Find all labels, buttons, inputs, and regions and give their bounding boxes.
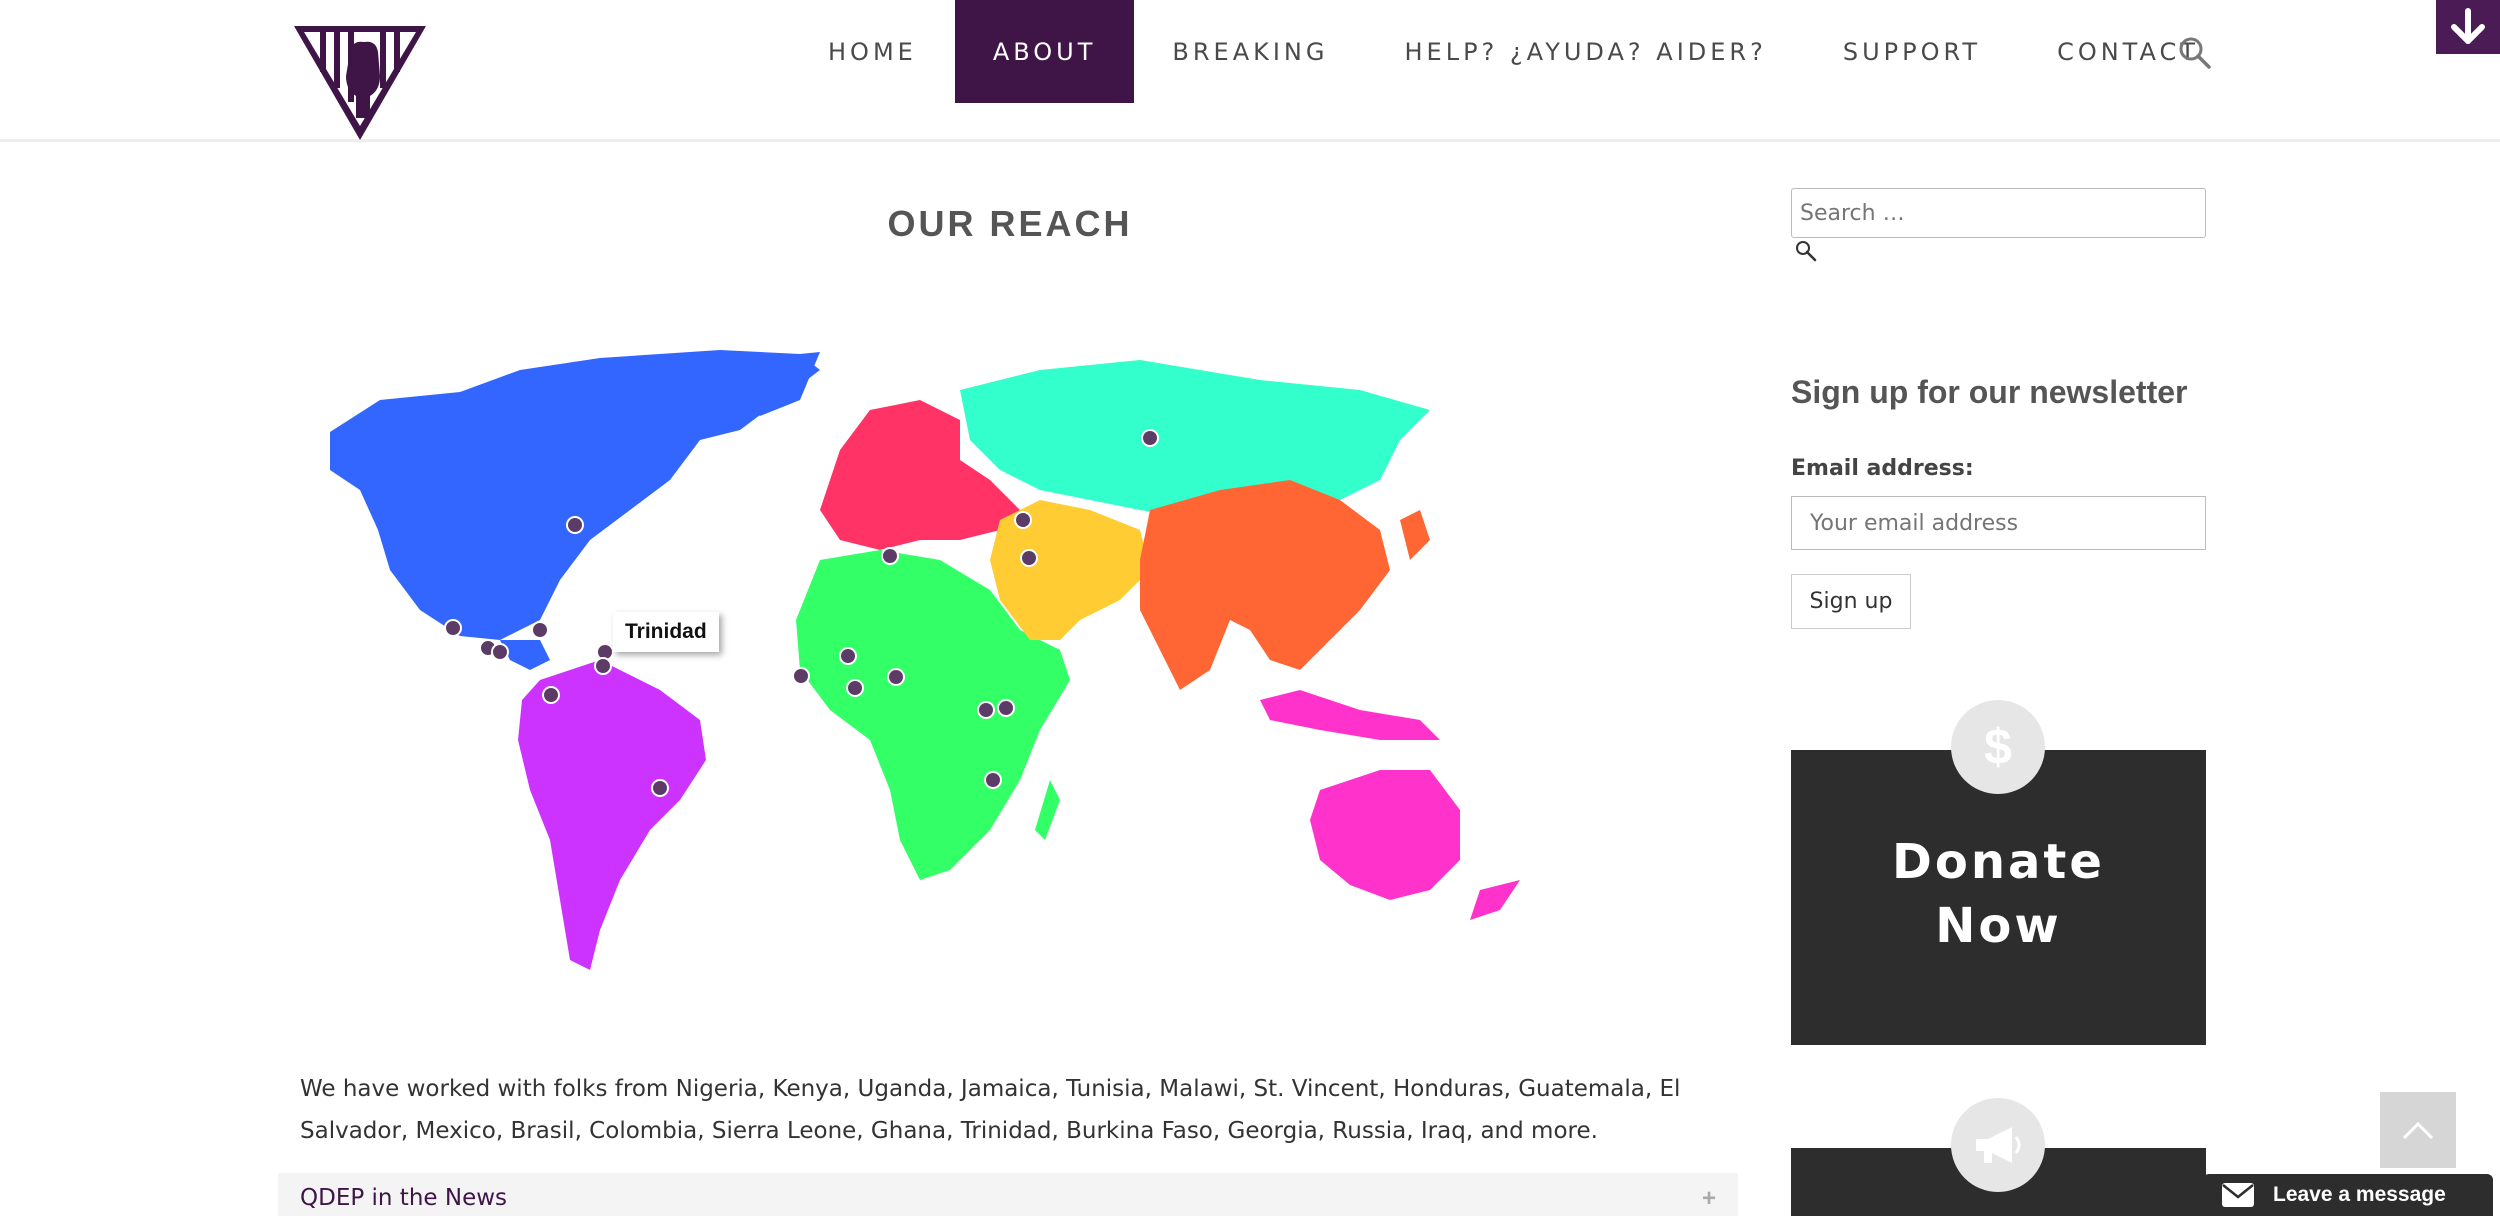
chevron-up-icon [2402, 1121, 2434, 1140]
envelope-icon [2222, 1183, 2254, 1207]
map-marker[interactable] [846, 679, 864, 697]
map-marker[interactable] [491, 643, 509, 661]
plus-icon[interactable]: + [1702, 1185, 1716, 1213]
search-icon[interactable] [2178, 36, 2212, 70]
arrow-down-icon [2451, 8, 2485, 44]
donate-label[interactable]: Donate Now [1791, 830, 2206, 958]
nav-help[interactable]: HELP? ¿AYUDA? AIDER? [1366, 0, 1804, 103]
newsletter-title: Sign up for our newsletter [1791, 374, 2188, 410]
map-tooltip: Trinidad [613, 612, 719, 652]
map-marker[interactable] [839, 647, 857, 665]
nav-about[interactable]: ABOUT [954, 0, 1135, 103]
map-marker[interactable] [651, 779, 669, 797]
map-marker[interactable] [984, 771, 1002, 789]
nav-breaking[interactable]: BREAKING [1134, 0, 1366, 103]
map-marker[interactable] [1014, 511, 1032, 529]
map-marker[interactable] [542, 686, 560, 704]
megaphone-icon-shape [1976, 1127, 2021, 1163]
signup-button[interactable]: Sign up [1791, 574, 1911, 629]
email-label: Email address: [1791, 456, 1974, 481]
reach-description: We have worked with folks from Nigeria, … [300, 1076, 1681, 1144]
map-marker[interactable] [792, 667, 810, 685]
map-marker[interactable] [1141, 429, 1159, 447]
donate-label-line2: Now [1935, 898, 2062, 954]
map-marker[interactable] [594, 657, 612, 675]
megaphone-icon [1951, 1098, 2045, 1192]
map-marker[interactable] [444, 619, 462, 637]
fist-triangle-logo[interactable] [290, 22, 430, 146]
scroll-to-top-button[interactable] [2380, 1092, 2456, 1168]
map-marker[interactable] [997, 699, 1015, 717]
sidebar-search-input[interactable] [1791, 188, 2206, 238]
map-marker[interactable] [566, 516, 584, 534]
map-region-asia[interactable] [1140, 480, 1390, 690]
chat-label: Leave a message [2273, 1183, 2446, 1206]
map-region-oceania[interactable] [1310, 770, 1460, 900]
dollar-icon: $ [1951, 700, 2045, 794]
map-region-middle-east[interactable] [990, 500, 1150, 640]
map-marker[interactable] [977, 701, 995, 719]
main-nav: HOME ABOUT BREAKING HELP? ¿AYUDA? AIDER?… [790, 0, 2237, 103]
donate-label-line1: Donate [1892, 834, 2105, 890]
map-marker[interactable] [1020, 549, 1038, 567]
world-map [330, 350, 1520, 970]
map-marker[interactable] [531, 621, 549, 639]
site-header: HOME ABOUT BREAKING HELP? ¿AYUDA? AIDER?… [0, 0, 2500, 142]
nav-home[interactable]: HOME [790, 0, 955, 103]
chat-widget[interactable]: Leave a message [2203, 1174, 2493, 1216]
news-accordion[interactable]: QDEP in the News + [278, 1173, 1738, 1216]
search-icon[interactable] [1795, 240, 1817, 262]
map-region-russia[interactable] [960, 360, 1430, 520]
map-region-south-america[interactable] [518, 660, 706, 970]
map-marker[interactable] [887, 668, 905, 686]
news-accordion-label: QDEP in the News [300, 1185, 508, 1211]
map-marker[interactable] [881, 547, 899, 565]
down-arrow-button[interactable] [2436, 0, 2500, 54]
nav-support[interactable]: SUPPORT [1805, 0, 2019, 103]
email-field[interactable] [1791, 496, 2206, 550]
page-title: OUR REACH [887, 203, 1133, 244]
